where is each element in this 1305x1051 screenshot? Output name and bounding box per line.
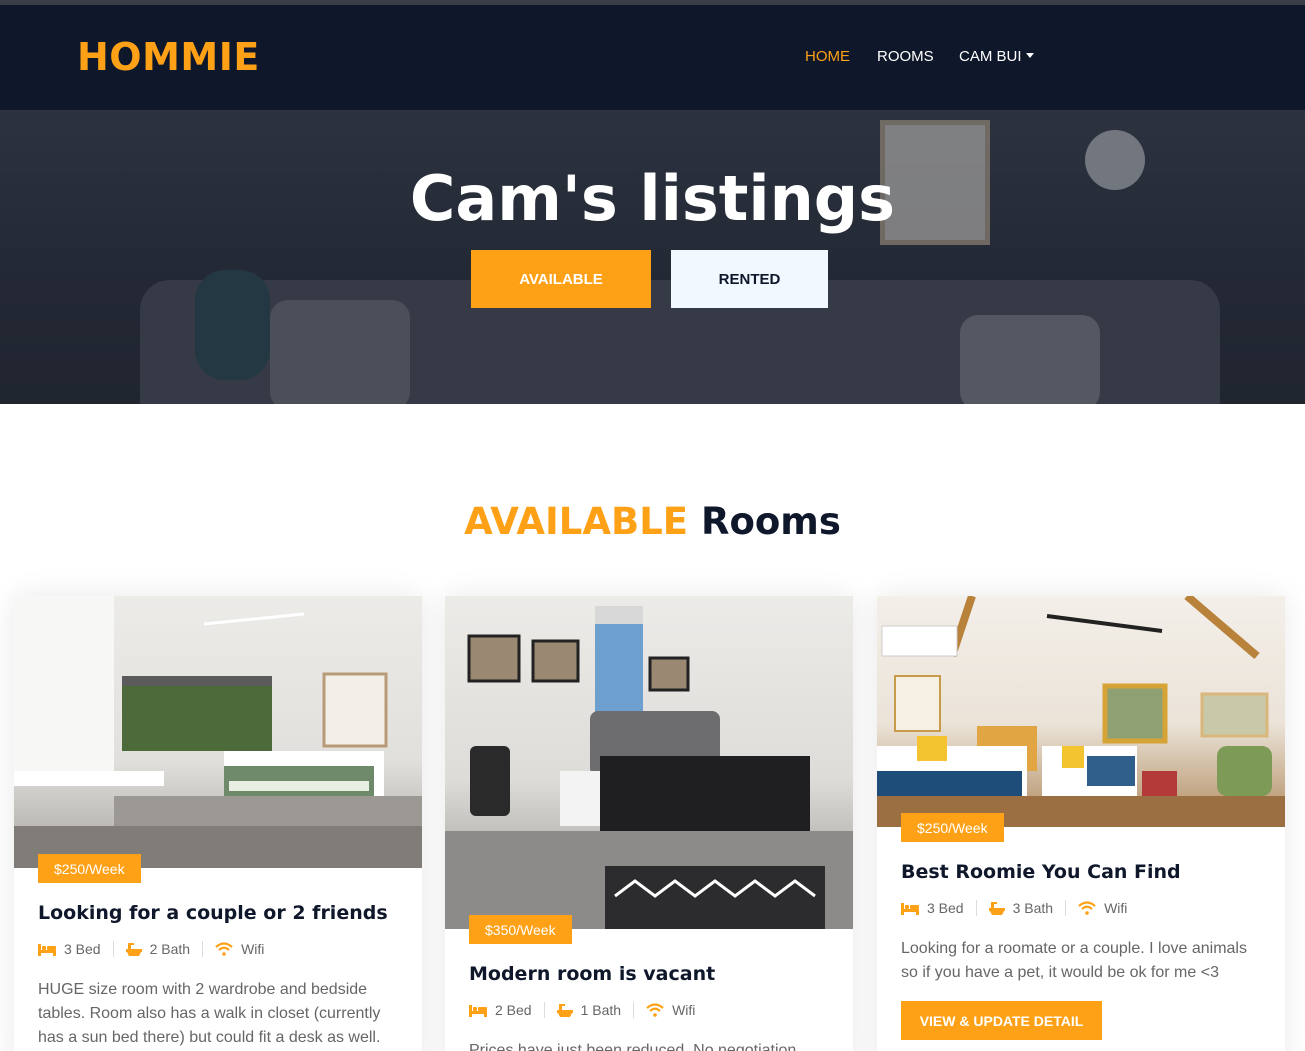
price-badge: $250/Week — [901, 813, 1004, 842]
price-badge: $250/Week — [38, 854, 141, 883]
caret-down-icon — [1025, 53, 1034, 58]
room-title[interactable]: Best Roomie You Can Find — [901, 861, 1181, 883]
room-card[interactable]: $350/Week Modern room is vacant 2 Bed 1 … — [445, 596, 853, 1051]
bed-icon — [469, 1005, 487, 1017]
room-card[interactable]: $250/Week Looking for a couple or 2 frie… — [14, 596, 422, 1051]
feature-wifi: Wifi — [1078, 900, 1139, 916]
room-title[interactable]: Looking for a couple or 2 friends — [38, 902, 388, 924]
bath-icon — [556, 1004, 573, 1017]
feature-bed: 3 Bed — [901, 900, 977, 916]
bed-icon — [38, 944, 56, 956]
price-badge: $350/Week — [469, 915, 572, 944]
room-photo-illustration — [445, 606, 853, 929]
section-title-accent: AVAILABLE — [464, 500, 689, 543]
feature-bed-label: 3 Bed — [64, 941, 101, 957]
feature-bed-label: 3 Bed — [927, 900, 964, 916]
room-description: Looking for a roomate or a couple. I lov… — [901, 940, 1247, 981]
feature-bath: 2 Bath — [125, 941, 204, 957]
wifi-icon — [215, 942, 233, 956]
feature-wifi: Wifi — [215, 941, 276, 957]
available-button[interactable]: AVAILABLE — [471, 250, 651, 308]
feature-bath-label: 2 Bath — [149, 941, 191, 957]
view-update-detail-button[interactable]: VIEW & UPDATE DETAIL — [901, 1001, 1102, 1040]
rented-button[interactable]: RENTED — [671, 250, 828, 308]
feature-bed: 3 Bed — [38, 941, 114, 957]
bed-icon — [901, 903, 919, 915]
bath-icon — [125, 943, 142, 956]
bath-icon — [988, 902, 1005, 915]
room-description: Prices have just been reduced. No negoti… — [469, 1042, 797, 1051]
feature-bed-label: 2 Bed — [495, 1002, 532, 1018]
feature-wifi-label: Wifi — [241, 941, 265, 957]
nav-user-dropdown[interactable]: CAM BUI — [959, 48, 1034, 65]
room-photo[interactable] — [877, 596, 1285, 827]
page-title: Cam's listings — [409, 162, 896, 235]
navbar: HOMMIE HOME ROOMS CAM BUI — [0, 5, 1305, 110]
room-title[interactable]: Modern room is vacant — [469, 963, 715, 985]
wifi-icon — [646, 1003, 664, 1017]
hero-overlay — [0, 110, 1305, 404]
section-title-rest: Rooms — [700, 500, 841, 543]
brand-logo[interactable]: HOMMIE — [77, 35, 260, 79]
nav-home[interactable]: HOME — [805, 48, 850, 65]
hero-banner: Cam's listings AVAILABLE RENTED — [0, 110, 1305, 404]
feature-wifi-label: Wifi — [1104, 900, 1128, 916]
room-features: 3 Bed 2 Bath Wifi — [38, 941, 288, 957]
room-photo[interactable] — [14, 596, 422, 868]
feature-wifi: Wifi — [646, 1002, 707, 1018]
wifi-icon — [1078, 901, 1096, 915]
feature-bath-label: 3 Bath — [1012, 900, 1054, 916]
room-photo-illustration — [14, 596, 422, 868]
room-card[interactable]: $250/Week Best Roomie You Can Find 3 Bed… — [877, 596, 1285, 1051]
section-title: AVAILABLE Rooms — [0, 500, 1305, 543]
room-features: 3 Bed 3 Bath Wifi — [901, 900, 1151, 916]
feature-wifi-label: Wifi — [672, 1002, 696, 1018]
room-features: 2 Bed 1 Bath Wifi — [469, 1002, 719, 1018]
feature-bath-label: 1 Bath — [580, 1002, 622, 1018]
room-photo[interactable] — [445, 596, 853, 929]
feature-bed: 2 Bed — [469, 1002, 545, 1018]
room-photo-illustration — [877, 596, 1285, 827]
feature-bath: 3 Bath — [988, 900, 1067, 916]
nav-user-label: CAM BUI — [959, 48, 1022, 65]
room-description: HUGE size room with 2 wardrobe and bedsi… — [38, 981, 381, 1046]
feature-bath: 1 Bath — [556, 1002, 635, 1018]
nav-rooms[interactable]: ROOMS — [877, 48, 934, 65]
